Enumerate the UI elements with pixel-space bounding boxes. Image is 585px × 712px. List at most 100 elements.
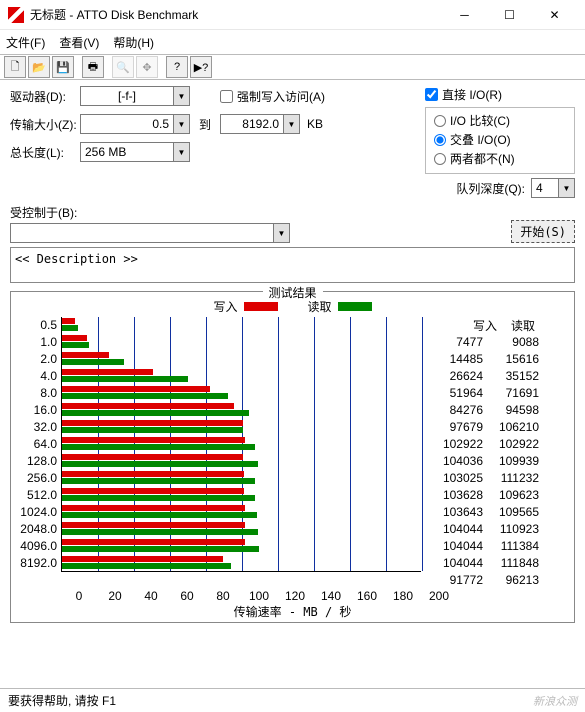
read-bar <box>62 546 259 552</box>
size-from-select[interactable]: 0.5▼ <box>80 114 190 134</box>
watermark: 新浪众测 <box>533 693 577 709</box>
results-title: 测试结果 <box>262 284 322 301</box>
write-bar <box>62 454 243 460</box>
kb-label: KB <box>300 117 330 131</box>
read-bar <box>62 444 255 450</box>
write-bar <box>62 505 245 511</box>
drive-label: 驱动器(D): <box>10 88 80 105</box>
status-text: 要获得帮助, 请按 F1 <box>8 692 116 709</box>
controlled-by-select[interactable]: ▼ <box>10 223 290 243</box>
chevron-down-icon: ▼ <box>173 115 189 133</box>
window-titlebar: 无标题 - ATTO Disk Benchmark ─ ☐ ✕ <box>0 0 585 30</box>
new-icon[interactable]: 🗋 <box>4 56 26 78</box>
move-icon: ✥ <box>136 56 158 78</box>
menu-view[interactable]: 查看(V) <box>59 34 99 51</box>
maximize-button[interactable]: ☐ <box>487 1 532 29</box>
length-label: 总长度(L): <box>10 144 80 161</box>
menu-help[interactable]: 帮助(H) <box>113 34 154 51</box>
read-bar <box>62 512 257 518</box>
table-row: 8427694598 <box>427 402 539 419</box>
table-row: 103025111232 <box>427 470 539 487</box>
table-row: 104044111384 <box>427 538 539 555</box>
table-row: 5196471691 <box>427 385 539 402</box>
write-bar <box>62 420 243 426</box>
chevron-down-icon: ▼ <box>273 224 289 242</box>
table-row: 103628109623 <box>427 487 539 504</box>
description-box[interactable]: << Description >> <box>10 247 575 283</box>
data-table: 7477908814485156162662435152519647169184… <box>427 334 539 589</box>
table-row: 97679106210 <box>427 419 539 436</box>
overlap-io-radio[interactable]: 交叠 I/O(O) <box>434 131 566 148</box>
statusbar: 要获得帮助, 请按 F1 新浪众测 <box>0 688 585 712</box>
x-axis-title: 传输速率 - MB / 秒 <box>15 603 570 620</box>
table-row: 103643109565 <box>427 504 539 521</box>
write-bar <box>62 335 87 341</box>
menubar: 文件(F) 查看(V) 帮助(H) <box>0 30 585 54</box>
read-bar <box>62 376 188 382</box>
context-help-icon[interactable]: ▶? <box>190 56 212 78</box>
write-bar <box>62 522 245 528</box>
read-bar <box>62 342 89 348</box>
read-bar <box>62 461 258 467</box>
read-bar <box>62 495 255 501</box>
controlled-by-label: 受控制于(B): <box>10 204 503 221</box>
size-to-select[interactable]: 8192.0▼ <box>220 114 300 134</box>
table-row: 9177296213 <box>427 572 539 589</box>
table-row: 74779088 <box>427 334 539 351</box>
chevron-down-icon: ▼ <box>173 87 189 105</box>
table-row: 2662435152 <box>427 368 539 385</box>
help-icon[interactable]: ? <box>166 56 188 78</box>
data-header: 写入读取 <box>427 317 539 334</box>
write-bar <box>62 556 223 562</box>
queue-depth-label: 队列深度(Q): <box>456 180 525 197</box>
chevron-down-icon: ▼ <box>558 179 574 197</box>
chevron-down-icon: ▼ <box>173 143 189 161</box>
read-bar <box>62 359 124 365</box>
close-button[interactable]: ✕ <box>532 1 577 29</box>
table-row: 102922102922 <box>427 436 539 453</box>
direct-io-checkbox[interactable]: 直接 I/O(R) <box>425 86 502 103</box>
table-row: 1448515616 <box>427 351 539 368</box>
length-select[interactable]: 256 MB▼ <box>80 142 190 162</box>
y-axis-labels: 0.51.02.04.08.016.032.064.0128.0256.0512… <box>15 317 61 589</box>
read-bar <box>62 563 231 569</box>
read-bar <box>62 410 249 416</box>
print-icon[interactable]: 🖶 <box>82 56 104 78</box>
neither-radio[interactable]: 两者都不(N) <box>434 150 566 167</box>
to-label: 到 <box>190 116 220 133</box>
read-bar <box>62 325 78 331</box>
write-bar <box>62 539 245 545</box>
start-button[interactable]: 开始(S) <box>511 220 575 243</box>
save-icon[interactable]: 💾 <box>52 56 74 78</box>
minimize-button[interactable]: ─ <box>442 1 487 29</box>
chart-plot <box>61 317 421 572</box>
zoom-icon: 🔍 <box>112 56 134 78</box>
results-panel: 测试结果 写入 读取 0.51.02.04.08.016.032.064.012… <box>10 291 575 623</box>
force-write-checkbox[interactable]: 强制写入访问(A) <box>220 88 405 105</box>
io-compare-radio[interactable]: I/O 比较(C) <box>434 112 566 129</box>
table-row: 104044110923 <box>427 521 539 538</box>
table-row: 104044111848 <box>427 555 539 572</box>
app-icon <box>8 7 24 23</box>
transfer-size-label: 传输大小(Z): <box>10 116 80 133</box>
toolbar: 🗋 📂 💾 🖶 🔍 ✥ ? ▶? <box>0 54 585 80</box>
table-row: 104036109939 <box>427 453 539 470</box>
read-bar <box>62 393 228 399</box>
window-title: 无标题 - ATTO Disk Benchmark <box>30 6 442 23</box>
open-icon[interactable]: 📂 <box>28 56 50 78</box>
write-bar <box>62 318 75 324</box>
write-bar <box>62 437 245 443</box>
read-bar <box>62 427 243 433</box>
write-bar <box>62 488 244 494</box>
write-bar <box>62 352 109 358</box>
write-bar <box>62 369 153 375</box>
write-bar <box>62 403 234 409</box>
chevron-down-icon: ▼ <box>283 115 299 133</box>
write-bar <box>62 471 244 477</box>
write-bar <box>62 386 210 392</box>
menu-file[interactable]: 文件(F) <box>6 34 45 51</box>
read-bar <box>62 478 255 484</box>
drive-select[interactable]: [-f-]▼ <box>80 86 190 106</box>
queue-depth-select[interactable]: 4▼ <box>531 178 575 198</box>
x-axis-labels: 020406080100120140160180200 <box>61 589 570 603</box>
